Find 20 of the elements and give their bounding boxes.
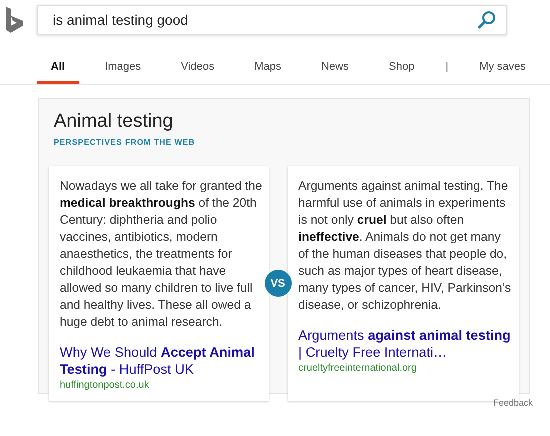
nav-tab[interactable]: Videos (167, 61, 229, 84)
perspective-text: Nowadays we all take for granted the medical breakthroughs of the 20th Century: diphtheria and polio vaccines, antibiotics, modern anaesthetics, the treatments for childhood leukaemia that have allowed so many children to live full and healthy lives. These all owed a huge debt to animal research. (60, 178, 263, 331)
search-icon[interactable] (478, 10, 496, 28)
search-field[interactable]: is animal testing good (37, 4, 507, 34)
nav-tab[interactable]: News (307, 61, 363, 84)
nav-tab[interactable]: Shop (375, 61, 429, 84)
perspective-text: Arguments against animal testing. The harmful use of animals in experiments is not only cruel but also often ineffective. Animals do not get many of the human diseases that people do, such as major types of heart disease, many types of cancer, HIV, Parkinson’s disease, or schizophrenia. (298, 178, 512, 314)
nav-tab[interactable]: Images (91, 61, 156, 84)
my-saves-link[interactable]: My saves (466, 61, 540, 84)
card-title: Animal testing (53, 111, 174, 133)
nav-tab[interactable]: Maps (240, 61, 296, 84)
source-url: huffingtonpost.co.uk (60, 380, 150, 391)
nav-tab[interactable]: All (37, 61, 80, 84)
result-link[interactable]: Why We Should Accept Animal Testing - HuffPost UK (60, 344, 263, 378)
result-link[interactable]: Arguments against animal testing | Cruelty Free Internati… (298, 327, 513, 361)
nav-separator: | (446, 61, 449, 75)
logo-icon[interactable] (5, 6, 25, 34)
feedback-link[interactable]: Feedback (493, 398, 533, 408)
source-url: crueltyfreeinternational.org (298, 363, 417, 374)
card-subtitle: PERSPECTIVES FROM THE WEB (53, 138, 196, 147)
